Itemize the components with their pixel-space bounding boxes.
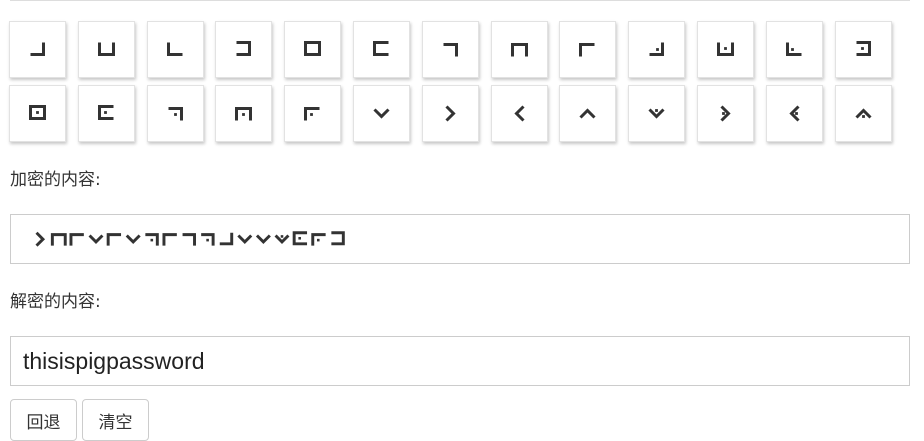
- pigpen-l-icon: [785, 42, 802, 56]
- pigpen-key-p[interactable]: [146, 85, 204, 142]
- pigpen-v-icon: [579, 108, 596, 119]
- pigpen-w-icon: [648, 108, 665, 119]
- pigpen-key-g[interactable]: [421, 21, 479, 78]
- pigpen-h-icon: [510, 43, 528, 57]
- pigpen-a-icon: [30, 42, 45, 56]
- keyboard-row-1: [9, 21, 924, 78]
- decrypted-input[interactable]: [23, 337, 883, 385]
- pigpen-x-icon: [720, 105, 731, 122]
- pigpen-f-icon: [373, 41, 389, 56]
- pigpen-key-j[interactable]: [628, 21, 686, 78]
- clear-button[interactable]: 清空: [82, 399, 149, 441]
- pigpen-key-q[interactable]: [215, 85, 273, 142]
- pigpen-key-x[interactable]: [697, 85, 754, 142]
- pigpen-j-icon: [649, 42, 665, 56]
- pigpen-key-b[interactable]: [77, 21, 135, 78]
- decrypted-label: 解密的内容:: [10, 292, 101, 312]
- pigpen-c-icon: [166, 42, 183, 56]
- pigpen-d-icon: [236, 41, 252, 56]
- encrypted-symbols: [35, 231, 345, 247]
- pigpen-i-icon: [579, 43, 595, 57]
- pigpen-key-c[interactable]: [146, 21, 204, 78]
- keyboard-row-2: [9, 85, 924, 142]
- decrypted-field[interactable]: [10, 336, 910, 386]
- pigpen-key-k[interactable]: [697, 21, 754, 78]
- pigpen-key-l[interactable]: [765, 21, 823, 78]
- back-button[interactable]: 回退: [10, 399, 77, 441]
- pigpen-key-w[interactable]: [628, 85, 686, 142]
- pigpen-s-icon: [373, 108, 390, 119]
- pigpen-u-icon: [513, 105, 525, 122]
- pigpen-key-u[interactable]: [490, 85, 548, 142]
- pigpen-key-i[interactable]: [559, 21, 617, 78]
- pigpen-key-m[interactable]: [834, 21, 892, 78]
- pigpen-m-icon: [856, 41, 871, 56]
- pigpen-z-icon: [855, 108, 872, 119]
- pigpen-q-icon: [235, 107, 253, 121]
- pigpen-cipher-page: 加密的内容: 解密的内容: 回退 清空: [0, 0, 924, 441]
- pigpen-g-icon: [443, 43, 458, 57]
- top-divider: [10, 0, 910, 1]
- pigpen-b-icon: [97, 42, 115, 56]
- pigpen-key-r[interactable]: [284, 85, 342, 142]
- pigpen-key-z[interactable]: [834, 85, 892, 142]
- pigpen-e-icon: [304, 41, 322, 56]
- pigpen-key-y[interactable]: [765, 85, 823, 142]
- pigpen-key-o[interactable]: [77, 85, 135, 142]
- pigpen-p-icon: [168, 107, 183, 121]
- pigpen-key-v[interactable]: [559, 85, 617, 142]
- pigpen-key-h[interactable]: [490, 21, 548, 78]
- pigpen-n-icon: [29, 105, 46, 120]
- pigpen-key-e[interactable]: [284, 21, 342, 78]
- encrypted-field[interactable]: [10, 214, 910, 264]
- pigpen-r-icon: [304, 107, 320, 121]
- pigpen-key-a[interactable]: [9, 21, 66, 78]
- pigpen-y-icon: [789, 105, 800, 122]
- pigpen-key-n[interactable]: [9, 85, 66, 142]
- pigpen-key-s[interactable]: [353, 85, 410, 142]
- encrypted-label: 加密的内容:: [10, 170, 101, 190]
- pigpen-k-icon: [717, 42, 734, 56]
- pigpen-t-icon: [445, 105, 456, 122]
- pigpen-key-f[interactable]: [353, 21, 410, 78]
- pigpen-key-t[interactable]: [421, 85, 479, 142]
- pigpen-o-icon: [97, 105, 114, 120]
- pigpen-key-d[interactable]: [215, 21, 273, 78]
